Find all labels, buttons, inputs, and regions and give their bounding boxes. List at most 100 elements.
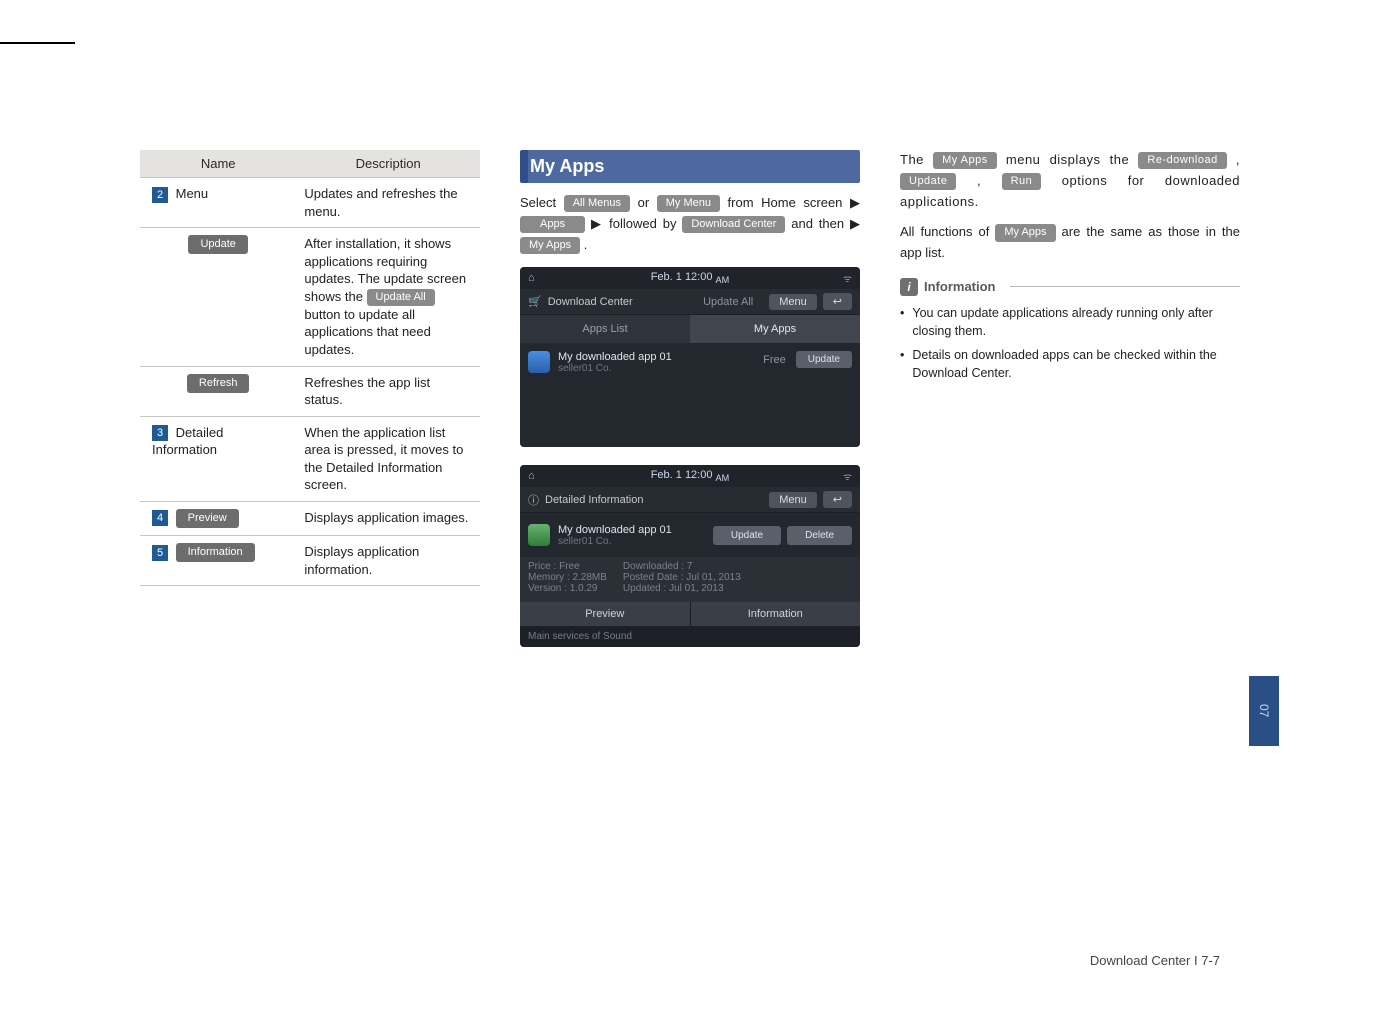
text: from Home screen ▶ <box>720 195 860 210</box>
document-page: Name Description 2 Menu Updates and refr… <box>80 0 1280 1028</box>
app-seller: seller01 Co. <box>558 363 672 374</box>
tab-row: Apps List My Apps <box>520 315 860 343</box>
my-apps-button: My Apps <box>520 237 580 254</box>
table-row: 2 Menu Updates and refreshes the menu. <box>140 178 480 228</box>
detail-memory: Memory : 2.28MB <box>528 572 607 583</box>
breadcrumb: Detailed Information <box>545 494 643 506</box>
text: , <box>1227 152 1240 167</box>
table-row: Update After installation, it shows appl… <box>140 228 480 366</box>
cart-icon: 🛒 <box>528 295 542 308</box>
update-all-button: Update All <box>367 289 435 306</box>
app-update-button[interactable]: Update <box>796 351 852 368</box>
callout-number: 3 <box>152 425 168 441</box>
update-button: Update <box>900 173 956 190</box>
empty-area <box>520 387 860 447</box>
download-center-button: Download Center <box>682 216 785 233</box>
detail-grid: Price : Free Memory : 2.28MB Version : 1… <box>520 557 860 602</box>
bullet-text: You can update applications already runn… <box>912 304 1240 340</box>
table-row: 4 Preview Displays application images. <box>140 501 480 535</box>
detail-posted: Posted Date : Jul 01, 2013 <box>623 572 741 583</box>
text: All functions of <box>900 224 995 239</box>
callout-number: 5 <box>152 545 168 561</box>
text: Select <box>520 195 564 210</box>
run-button: Run <box>1002 173 1042 190</box>
table-row: Refresh Refreshes the app list status. <box>140 366 480 416</box>
section-tab: 07 <box>1249 676 1279 746</box>
screenshot-detailed-info: ⌂ Feb. 1 12:00 AM ᯤ ⓘ Detailed Informati… <box>520 465 860 647</box>
tab-my-apps[interactable]: My Apps <box>690 315 860 343</box>
screenshot-footer: Main services of Sound <box>520 626 860 647</box>
breadcrumb: Download Center <box>548 296 633 308</box>
update-all-button[interactable]: Update All <box>693 294 763 310</box>
text: , <box>956 173 1001 188</box>
section-title: My Apps <box>520 150 860 183</box>
menu-button[interactable]: Menu <box>769 492 817 508</box>
list-item: You can update applications already runn… <box>900 304 1240 340</box>
app-header: My downloaded app 01 seller01 Co. Update… <box>520 513 860 557</box>
app-text: My downloaded app 01 seller01 Co. <box>558 524 672 547</box>
text: and then ▶ <box>785 216 860 231</box>
row-name: Menu <box>176 186 209 201</box>
list-item: Details on downloaded apps can be checke… <box>900 346 1240 382</box>
table-row: 3 Detailed Information When the applicat… <box>140 416 480 501</box>
app-seller: seller01 Co. <box>558 536 672 547</box>
row-desc: Refreshes the app list status. <box>296 366 480 416</box>
home-icon[interactable]: ⌂ <box>528 470 535 482</box>
tab-preview[interactable]: Preview <box>520 602 691 626</box>
table-row: 5 Information Displays application infor… <box>140 536 480 586</box>
status-bar: ⌂ Feb. 1 12:00 AM ᯤ <box>520 267 860 289</box>
info-icon: ⓘ <box>528 492 539 508</box>
th-desc: Description <box>296 150 480 178</box>
app-text: My downloaded app 01 seller01 Co. <box>558 351 672 374</box>
desc-text: button to update all applications that n… <box>304 307 430 357</box>
status-bar: ⌂ Feb. 1 12:00 AM ᯤ <box>520 465 860 487</box>
column-left: Name Description 2 Menu Updates and refr… <box>140 150 480 665</box>
app-price: Free <box>763 354 786 366</box>
text: menu displays the <box>997 152 1139 167</box>
paragraph: All functions of My Apps are the same as… <box>900 222 1240 264</box>
page-footer: Download Center I 7-7 <box>1090 953 1220 968</box>
delete-button[interactable]: Delete <box>787 526 852 545</box>
back-icon[interactable]: ↩ <box>823 293 852 310</box>
row-desc: Displays application images. <box>296 501 480 535</box>
information-label: Information <box>924 279 996 294</box>
app-name: My downloaded app 01 <box>558 351 672 363</box>
tab-information[interactable]: Information <box>691 602 861 626</box>
app-name: My downloaded app 01 <box>558 524 672 536</box>
bullet-text: Details on downloaded apps can be checke… <box>912 346 1240 382</box>
update-button[interactable]: Update <box>713 526 781 545</box>
re-download-button: Re-download <box>1138 152 1226 169</box>
crop-mark-horizontal <box>0 42 75 44</box>
menu-button[interactable]: Menu <box>769 294 817 310</box>
information-list: You can update applications already runn… <box>900 304 1240 383</box>
column-middle: My Apps Select All Menus or My Menu from… <box>520 150 860 665</box>
wifi-icon: ᯤ <box>843 271 852 285</box>
tab-row: Preview Information <box>520 602 860 626</box>
apps-button: Apps <box>520 216 585 233</box>
information-heading: i Information <box>900 278 1240 296</box>
tab-apps-list[interactable]: Apps List <box>520 315 690 343</box>
list-item[interactable]: My downloaded app 01 seller01 Co. Free U… <box>520 343 860 387</box>
app-icon <box>528 351 550 373</box>
status-time: Feb. 1 12:00 AM <box>651 271 730 285</box>
detail-price: Price : Free <box>528 561 607 572</box>
text: . <box>580 237 587 252</box>
wifi-icon: ᯤ <box>843 469 852 483</box>
detail-version: Version : 1.0.29 <box>528 583 607 594</box>
callout-number: 2 <box>152 187 168 203</box>
nav-instructions: Select All Menus or My Menu from Home sc… <box>520 193 860 255</box>
refresh-button: Refresh <box>187 374 250 393</box>
title-bar: ⓘ Detailed Information Menu ↩ <box>520 487 860 513</box>
row-desc: After installation, it shows application… <box>296 228 480 366</box>
callout-number: 4 <box>152 510 168 526</box>
my-apps-button: My Apps <box>933 152 997 169</box>
row-desc: Updates and refreshes the menu. <box>296 178 480 228</box>
my-menu-button: My Menu <box>657 195 720 212</box>
divider <box>1010 286 1241 287</box>
back-icon[interactable]: ↩ <box>823 491 852 508</box>
home-icon[interactable]: ⌂ <box>528 272 535 284</box>
row-desc: When the application list area is presse… <box>296 416 480 501</box>
app-icon <box>528 524 550 546</box>
column-right: The My Apps menu displays the Re-downloa… <box>900 150 1240 665</box>
information-icon: i <box>900 278 918 296</box>
